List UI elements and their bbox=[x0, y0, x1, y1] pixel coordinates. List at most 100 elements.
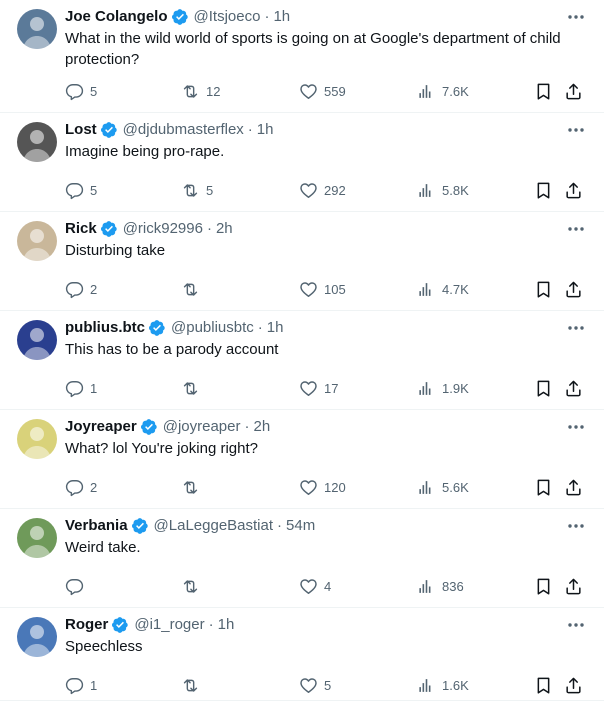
views-button[interactable]: 4.7K bbox=[417, 278, 469, 300]
reply-button[interactable] bbox=[65, 575, 90, 597]
bookmark-icon bbox=[534, 379, 553, 398]
author-name[interactable]: Roger bbox=[65, 615, 108, 635]
avatar[interactable] bbox=[17, 122, 57, 162]
view-count: 1.9K bbox=[442, 380, 469, 396]
like-button[interactable]: 5 bbox=[299, 674, 331, 696]
share-button[interactable] bbox=[564, 278, 583, 300]
reply-button[interactable]: 5 bbox=[65, 179, 97, 201]
share-button[interactable] bbox=[564, 476, 583, 498]
timestamp[interactable]: 1h bbox=[273, 7, 290, 27]
retweet-button[interactable] bbox=[181, 377, 206, 399]
reply-tweet[interactable]: Verbania @LaLeggeBastiat · 54m Weird take. 4 8… bbox=[0, 509, 604, 608]
share-button[interactable] bbox=[564, 80, 583, 102]
views-button[interactable]: 1.9K bbox=[417, 377, 469, 399]
reply-tweet[interactable]: publius.btc @publiusbtc · 1h This has to be … bbox=[0, 311, 604, 410]
reply-button[interactable]: 1 bbox=[65, 674, 97, 696]
more-options-button[interactable] bbox=[566, 9, 586, 25]
author-handle[interactable]: @joyreaper bbox=[163, 417, 241, 437]
reply-tweet[interactable]: Joyreaper @joyreaper · 2h What? lol You're j… bbox=[0, 410, 604, 509]
reply-tweet[interactable]: Rick @rick92996 · 2h Disturbing take 2 105 4.7K bbox=[0, 212, 604, 311]
bookmark-button[interactable] bbox=[534, 179, 553, 201]
bookmark-button[interactable] bbox=[534, 674, 553, 696]
bookmark-button[interactable] bbox=[534, 377, 553, 399]
avatar-image bbox=[17, 221, 57, 261]
author-handle[interactable]: @LaLeggeBastiat bbox=[154, 516, 273, 536]
retweet-button[interactable] bbox=[181, 278, 206, 300]
more-options-button[interactable] bbox=[566, 221, 586, 237]
views-button[interactable]: 1.6K bbox=[417, 674, 469, 696]
like-button[interactable]: 292 bbox=[299, 179, 346, 201]
author-handle[interactable]: @djdubmasterflex bbox=[123, 120, 244, 140]
share-button[interactable] bbox=[564, 179, 583, 201]
tweet-actions: 2 105 4.7K bbox=[65, 278, 604, 300]
author-handle[interactable]: @i1_roger bbox=[134, 615, 204, 635]
avatar[interactable] bbox=[17, 518, 57, 558]
like-button[interactable]: 105 bbox=[299, 278, 346, 300]
more-options-button[interactable] bbox=[566, 518, 586, 534]
views-button[interactable]: 5.8K bbox=[417, 179, 469, 201]
author-name[interactable]: Rick bbox=[65, 219, 97, 239]
like-button[interactable]: 17 bbox=[299, 377, 338, 399]
timestamp[interactable]: 1h bbox=[218, 615, 235, 635]
bookmark-button[interactable] bbox=[534, 80, 553, 102]
bookmark-button[interactable] bbox=[534, 278, 553, 300]
reply-button[interactable]: 2 bbox=[65, 476, 97, 498]
tweet-text: Imagine being pro-rape. bbox=[65, 143, 225, 160]
avatar[interactable] bbox=[17, 9, 57, 49]
retweet-button[interactable]: 5 bbox=[181, 179, 213, 201]
avatar[interactable] bbox=[17, 221, 57, 261]
reply-tweet[interactable]: Lost @djdubmasterflex · 1h Imagine being pro… bbox=[0, 113, 604, 212]
views-chart-icon bbox=[417, 577, 436, 596]
author-handle[interactable]: @publiusbtc bbox=[171, 318, 254, 338]
tweet-text: What? lol You're joking right? bbox=[65, 440, 258, 457]
timestamp[interactable]: 1h bbox=[267, 318, 284, 338]
like-button[interactable]: 120 bbox=[299, 476, 346, 498]
more-options-button[interactable] bbox=[566, 320, 586, 336]
bookmark-button[interactable] bbox=[534, 476, 553, 498]
author-name[interactable]: publius.btc bbox=[65, 318, 145, 338]
author-name[interactable]: Joe Colangelo bbox=[65, 7, 168, 27]
retweet-count: 5 bbox=[206, 182, 214, 198]
author-handle[interactable]: @rick92996 bbox=[123, 219, 203, 239]
tweet-header: Joe Colangelo @Itsjoeco · 1h bbox=[65, 7, 564, 27]
reply-button[interactable]: 2 bbox=[65, 278, 97, 300]
share-button[interactable] bbox=[564, 377, 583, 399]
timestamp[interactable]: 2h bbox=[253, 417, 270, 437]
retweet-icon bbox=[181, 181, 200, 200]
views-button[interactable]: 836 bbox=[417, 575, 464, 597]
avatar[interactable] bbox=[17, 617, 57, 657]
timestamp[interactable]: 1h bbox=[257, 120, 274, 140]
reply-tweet[interactable]: Roger @i1_roger · 1h Speechless 1 5 1.6K bbox=[0, 608, 604, 701]
views-button[interactable]: 5.6K bbox=[417, 476, 469, 498]
avatar[interactable] bbox=[17, 320, 57, 360]
reply-button[interactable]: 5 bbox=[65, 80, 97, 102]
bookmark-button[interactable] bbox=[534, 575, 553, 597]
share-button[interactable] bbox=[564, 674, 583, 696]
more-options-button[interactable] bbox=[566, 122, 586, 138]
author-name[interactable]: Verbania bbox=[65, 516, 128, 536]
like-button[interactable]: 559 bbox=[299, 80, 346, 102]
timestamp[interactable]: 2h bbox=[216, 219, 233, 239]
verified-badge-icon bbox=[140, 418, 158, 436]
like-button[interactable]: 4 bbox=[299, 575, 331, 597]
timestamp[interactable]: 54m bbox=[286, 516, 315, 536]
reply-tweet[interactable]: Joe Colangelo @Itsjoeco · 1h What in the wil… bbox=[0, 0, 604, 113]
author-name[interactable]: Joyreaper bbox=[65, 417, 137, 437]
retweet-button[interactable] bbox=[181, 476, 206, 498]
retweet-button[interactable]: 12 bbox=[181, 80, 220, 102]
author-handle[interactable]: @Itsjoeco bbox=[194, 7, 261, 27]
retweet-button[interactable] bbox=[181, 575, 206, 597]
separator-dot: · bbox=[244, 418, 250, 435]
author-name[interactable]: Lost bbox=[65, 120, 97, 140]
reply-count: 5 bbox=[90, 83, 98, 99]
avatar[interactable] bbox=[17, 419, 57, 459]
avatar-image bbox=[17, 518, 57, 558]
reply-button[interactable]: 1 bbox=[65, 377, 97, 399]
like-count: 559 bbox=[324, 83, 346, 99]
more-options-button[interactable] bbox=[566, 419, 586, 435]
retweet-button[interactable] bbox=[181, 674, 206, 696]
views-chart-icon bbox=[417, 82, 436, 101]
share-button[interactable] bbox=[564, 575, 583, 597]
more-options-button[interactable] bbox=[566, 617, 586, 633]
views-button[interactable]: 7.6K bbox=[417, 80, 469, 102]
